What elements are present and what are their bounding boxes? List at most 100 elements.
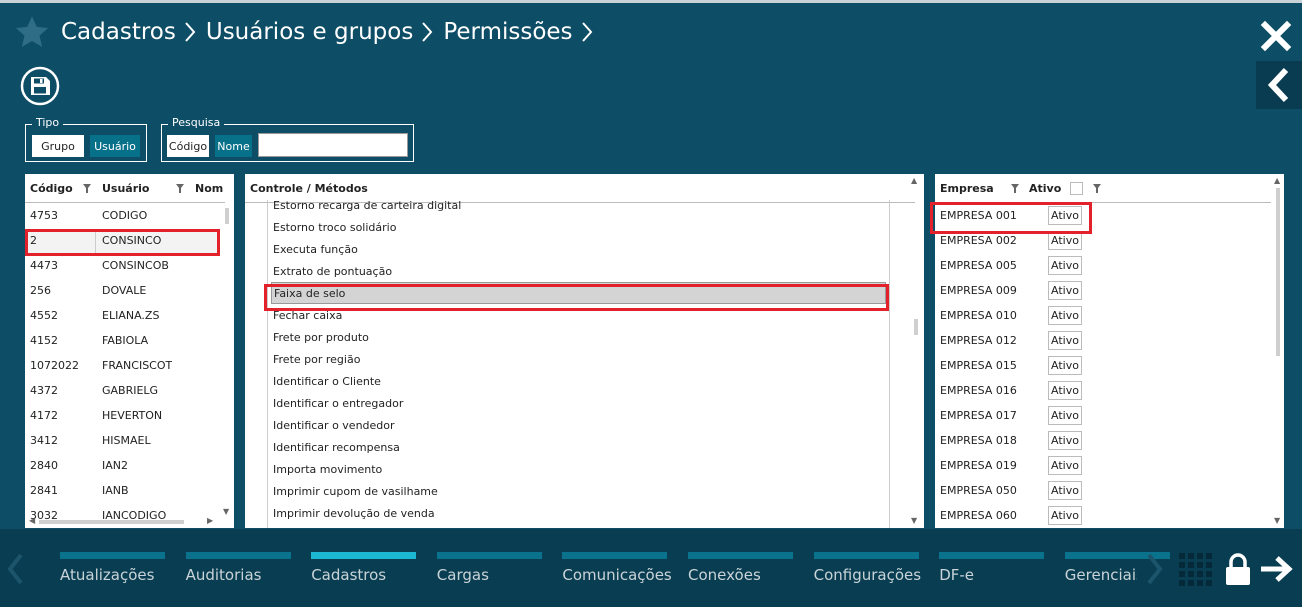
select-all-checkbox[interactable]: [1070, 182, 1083, 195]
table-row[interactable]: EMPRESA 016 Ativo: [935, 378, 1270, 403]
scroll-down-icon[interactable]: ▼: [1274, 516, 1280, 525]
table-row[interactable]: 2841 IANB: [25, 478, 220, 503]
back-button[interactable]: [1256, 61, 1302, 109]
ativo-button[interactable]: Ativo: [1048, 306, 1082, 325]
pesquisa-nome-button[interactable]: Nome: [215, 135, 252, 157]
ativo-button[interactable]: Ativo: [1048, 281, 1082, 300]
list-item[interactable]: Estorno troco solidário: [271, 216, 886, 238]
scroll-up-icon[interactable]: ▲: [1274, 176, 1280, 185]
table-row[interactable]: 4473 CONSINCOB: [25, 253, 220, 278]
list-item[interactable]: Frete por região: [271, 348, 886, 370]
pesquisa-codigo-button[interactable]: Código: [167, 135, 209, 157]
scroll-left-icon[interactable]: ◀: [29, 516, 35, 525]
col-header-ativo[interactable]: Ativo: [1029, 174, 1061, 202]
list-item[interactable]: Identificar o vendedor: [271, 414, 886, 436]
nav-right-chevron-icon[interactable]: [1144, 553, 1164, 585]
table-row[interactable]: EMPRESA 009 Ativo: [935, 278, 1270, 303]
filter-icon[interactable]: [176, 184, 184, 193]
users-hscrollbar[interactable]: ◀ ▶: [29, 516, 219, 526]
user-name: HISMAEL: [102, 434, 151, 447]
ativo-button[interactable]: Ativo: [1048, 481, 1082, 500]
save-icon[interactable]: [20, 66, 60, 106]
table-row[interactable]: 4152 FABIOLA: [25, 328, 220, 353]
table-row[interactable]: 4552 ELIANA.ZS: [25, 303, 220, 328]
ativo-button[interactable]: Ativo: [1048, 356, 1082, 375]
scroll-thumb[interactable]: [39, 520, 184, 524]
list-item[interactable]: Executa função: [271, 238, 886, 260]
user-code: 4552: [30, 309, 58, 322]
list-item[interactable]: Identificar o Cliente: [271, 370, 886, 392]
list-item[interactable]: Identificar recompensa: [271, 436, 886, 458]
scroll-thumb[interactable]: [225, 208, 229, 224]
ativo-button[interactable]: Ativo: [1048, 406, 1082, 425]
table-row[interactable]: 4372 GABRIELG: [25, 378, 220, 403]
col-header-controle-metodos[interactable]: Controle / Métodos: [250, 174, 368, 202]
table-row[interactable]: EMPRESA 050 Ativo: [935, 478, 1270, 503]
empresas-vscrollbar[interactable]: ▲ ▼: [1274, 176, 1283, 526]
table-row[interactable]: 1072022 FRANCISCOT: [25, 353, 220, 378]
empresa-name: EMPRESA 009: [940, 284, 1017, 297]
table-row[interactable]: EMPRESA 010 Ativo: [935, 303, 1270, 328]
table-row[interactable]: EMPRESA 005 Ativo: [935, 253, 1270, 278]
nav-item-atualiza-es[interactable]: Atualizações: [60, 552, 165, 584]
nav-item-cadastros[interactable]: Cadastros: [311, 552, 417, 584]
table-row[interactable]: 4172 HEVERTON: [25, 403, 220, 428]
scroll-up-icon[interactable]: ▲: [911, 176, 917, 185]
apps-grid-icon[interactable]: [1179, 553, 1212, 586]
nav-item-conex-es[interactable]: Conexões: [688, 552, 793, 584]
col-header-usuario[interactable]: Usuário: [102, 174, 150, 202]
close-icon[interactable]: [1260, 20, 1292, 52]
logout-arrow-icon[interactable]: [1259, 555, 1293, 583]
table-row[interactable]: 2840 IAN2: [25, 453, 220, 478]
list-item[interactable]: Extrato de pontuação: [271, 260, 886, 282]
filter-icon[interactable]: [83, 184, 91, 193]
nav-item-cargas[interactable]: Cargas: [436, 552, 542, 584]
list-item[interactable]: Identificar o entregador: [271, 392, 886, 414]
col-header-empresa[interactable]: Empresa: [940, 174, 994, 202]
scroll-thumb[interactable]: [1276, 188, 1280, 356]
table-row[interactable]: 4753 CODIGO: [25, 203, 220, 228]
favorite-star-icon[interactable]: [14, 14, 50, 50]
lock-icon[interactable]: [1224, 552, 1252, 586]
search-input[interactable]: [258, 133, 408, 157]
scroll-thumb[interactable]: [914, 319, 918, 335]
list-item[interactable]: Estorno recarga de carteira digital: [271, 200, 886, 216]
table-row[interactable]: EMPRESA 060 Ativo: [935, 503, 1270, 528]
ativo-button[interactable]: Ativo: [1048, 331, 1082, 350]
breadcrumb-item-cadastros[interactable]: Cadastros: [61, 19, 176, 45]
tipo-grupo-button[interactable]: Grupo: [32, 135, 84, 157]
nav-item-comunica-es[interactable]: Comunicações: [562, 552, 672, 584]
users-vscrollbar[interactable]: ▼: [223, 206, 232, 526]
breadcrumb-item-usuarios-grupos[interactable]: Usuários e grupos: [206, 19, 413, 45]
table-row[interactable]: 3412 HISMAEL: [25, 428, 220, 453]
ativo-button[interactable]: Ativo: [1048, 456, 1082, 475]
col-header-nome[interactable]: Nom: [195, 174, 223, 202]
ativo-button[interactable]: Ativo: [1048, 256, 1082, 275]
nav-item-df-e[interactable]: DF-e: [939, 552, 1045, 584]
table-row[interactable]: EMPRESA 012 Ativo: [935, 328, 1270, 353]
table-row[interactable]: EMPRESA 019 Ativo: [935, 453, 1270, 478]
table-row[interactable]: 256 DOVALE: [25, 278, 220, 303]
controls-vscrollbar[interactable]: ▲ ▼: [911, 176, 920, 526]
filter-icon[interactable]: [1011, 184, 1019, 193]
nav-item-auditorias[interactable]: Auditorias: [185, 552, 291, 584]
list-item[interactable]: Frete por produto: [271, 326, 886, 348]
list-item[interactable]: Imprimir cupom de vasilhame: [271, 480, 886, 502]
scroll-right-icon[interactable]: ▶: [207, 516, 213, 525]
table-row[interactable]: EMPRESA 017 Ativo: [935, 403, 1270, 428]
tipo-usuario-button[interactable]: Usuário: [90, 135, 140, 157]
ativo-button[interactable]: Ativo: [1048, 381, 1082, 400]
table-row[interactable]: EMPRESA 015 Ativo: [935, 353, 1270, 378]
scroll-down-icon[interactable]: ▼: [911, 516, 917, 525]
ativo-button[interactable]: Ativo: [1048, 506, 1082, 525]
nav-left-chevron-icon[interactable]: [6, 553, 26, 585]
table-row[interactable]: EMPRESA 018 Ativo: [935, 428, 1270, 453]
ativo-button[interactable]: Ativo: [1048, 431, 1082, 450]
list-item[interactable]: Importa movimento: [271, 458, 886, 480]
list-item[interactable]: Imprimir devolução de venda: [271, 502, 886, 524]
scroll-down-icon[interactable]: ▼: [223, 507, 229, 516]
filter-icon[interactable]: [1093, 184, 1101, 193]
col-header-codigo[interactable]: Código: [30, 174, 73, 202]
nav-item-configura-es[interactable]: Configurações: [813, 552, 921, 584]
chevron-right-icon: [581, 22, 592, 42]
